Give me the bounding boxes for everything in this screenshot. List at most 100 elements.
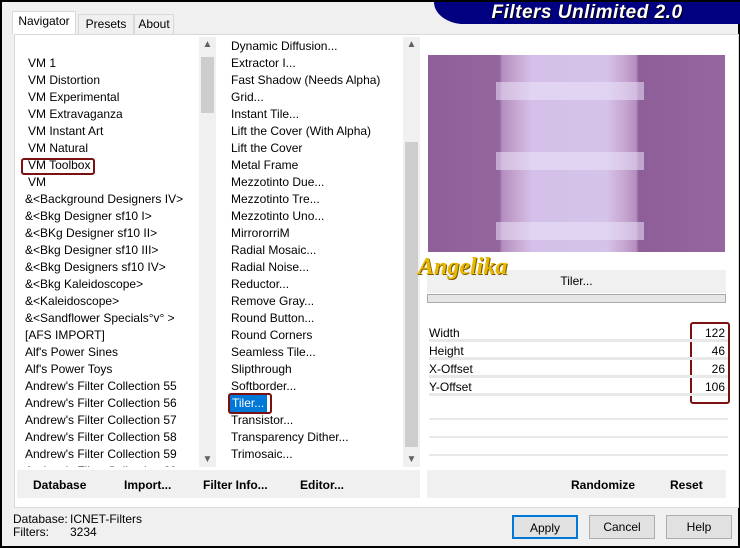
tab-about[interactable]: About bbox=[134, 14, 174, 34]
filter-item[interactable]: Transparency Dither... bbox=[231, 429, 349, 446]
category-item[interactable]: &<Bkg Designers sf10 IV> bbox=[25, 259, 166, 276]
param-value[interactable]: 106 bbox=[705, 379, 725, 396]
tab-presets[interactable]: Presets bbox=[78, 14, 134, 34]
filters-unlimited-window: Filters Unlimited 2.0 Navigator Presets … bbox=[2, 2, 740, 546]
filter-item[interactable]: Lift the Cover bbox=[231, 140, 302, 157]
scroll-up-icon[interactable]: ▲ bbox=[199, 39, 216, 50]
category-item[interactable]: Andrew's Filter Collection 56 bbox=[25, 395, 177, 412]
category-item[interactable]: Alf's Power Toys bbox=[25, 361, 112, 378]
param-label: Width bbox=[429, 326, 460, 340]
filter-item[interactable]: Round Corners bbox=[231, 327, 312, 344]
category-item[interactable]: &<BKg Designer sf10 II> bbox=[25, 225, 157, 242]
cancel-button[interactable]: Cancel bbox=[589, 515, 655, 539]
tab-navigator[interactable]: Navigator bbox=[12, 11, 76, 35]
randomize-button[interactable]: Randomize bbox=[571, 478, 635, 492]
filter-item[interactable]: Radial Mosaic... bbox=[231, 242, 316, 259]
param-value[interactable]: 26 bbox=[712, 361, 725, 378]
category-item[interactable]: VM bbox=[28, 174, 46, 191]
category-item[interactable]: VM 1 bbox=[28, 55, 56, 72]
scroll-thumb[interactable] bbox=[405, 142, 418, 447]
app-title: Filters Unlimited 2.0 bbox=[434, 2, 740, 24]
filter-item[interactable]: Remove Gray... bbox=[231, 293, 314, 310]
filter-item[interactable]: Radial Noise... bbox=[231, 259, 309, 276]
database-button[interactable]: Database bbox=[33, 478, 86, 492]
category-list[interactable]: VM 1 VM Distortion VM Experimental VM Extra… bbox=[18, 37, 216, 467]
progress-bar bbox=[427, 294, 726, 303]
category-item[interactable]: &<Bkg Designer sf10 III> bbox=[25, 242, 158, 259]
category-item[interactable]: Andrew's Filter Collection 58 bbox=[25, 429, 177, 446]
selected-category-highlight bbox=[21, 158, 95, 175]
filter-item[interactable]: Mezzotinto Due... bbox=[231, 174, 324, 191]
preview-tile bbox=[496, 222, 644, 240]
category-item[interactable]: &<Kaleidoscope> bbox=[25, 293, 119, 310]
angelika-watermark: Angelika bbox=[418, 254, 508, 280]
filters-label: Filters: bbox=[13, 525, 49, 539]
category-item[interactable]: VM Natural bbox=[28, 140, 88, 157]
category-item[interactable]: &<Sandflower Specials°v° > bbox=[25, 310, 175, 327]
category-item[interactable]: &<Bkg Designer sf10 I> bbox=[25, 208, 152, 225]
preview-tile bbox=[496, 152, 644, 170]
category-item[interactable]: VM Instant Art bbox=[28, 123, 103, 140]
category-item[interactable]: Andrew's Filter Collection 55 bbox=[25, 378, 177, 395]
filters-count: 3234 bbox=[70, 525, 97, 539]
category-item[interactable]: VM Distortion bbox=[28, 72, 100, 89]
filter-item[interactable]: Extractor I... bbox=[231, 55, 296, 72]
filter-scrollbar[interactable]: ▲ ▼ bbox=[403, 37, 420, 467]
filter-item[interactable]: Round Button... bbox=[231, 310, 314, 327]
empty-param-row bbox=[429, 421, 728, 438]
reset-button[interactable]: Reset bbox=[670, 478, 703, 492]
scroll-down-icon[interactable]: ▼ bbox=[403, 454, 420, 465]
import-button[interactable]: Import... bbox=[124, 478, 171, 492]
empty-param-row bbox=[429, 439, 728, 456]
empty-param-row bbox=[429, 403, 728, 420]
preview-tile bbox=[496, 82, 644, 100]
filter-item[interactable]: Grid... bbox=[231, 89, 264, 106]
filter-item[interactable]: Instant Tile... bbox=[231, 106, 299, 123]
param-row-height[interactable]: Height 46 bbox=[429, 343, 728, 360]
filter-item[interactable]: Slipthrough bbox=[231, 361, 292, 378]
apply-button[interactable]: Apply bbox=[512, 515, 578, 539]
category-item[interactable]: Alf's Power Sines bbox=[25, 344, 118, 361]
scroll-up-icon[interactable]: ▲ bbox=[403, 39, 420, 50]
scroll-down-icon[interactable]: ▼ bbox=[199, 454, 216, 465]
status-area: Database: ICNET-Filters Filters: 3234 bbox=[13, 513, 142, 539]
filter-item[interactable]: Metal Frame bbox=[231, 157, 298, 174]
filter-item[interactable]: Mezzotinto Tre... bbox=[231, 191, 320, 208]
editor-button[interactable]: Editor... bbox=[300, 478, 344, 492]
category-item[interactable]: VM Experimental bbox=[28, 89, 119, 106]
param-label: X-Offset bbox=[429, 362, 473, 376]
category-scrollbar[interactable]: ▲ ▼ bbox=[199, 37, 216, 467]
database-value: ICNET-Filters bbox=[70, 512, 142, 526]
category-item[interactable]: [AFS IMPORT] bbox=[25, 327, 105, 344]
category-item[interactable]: &<Background Designers IV> bbox=[25, 191, 183, 208]
filter-item[interactable]: Seamless Tile... bbox=[231, 344, 316, 361]
filter-item[interactable]: Mezzotinto Uno... bbox=[231, 208, 324, 225]
param-row-width[interactable]: Width 122 bbox=[429, 325, 728, 342]
filter-item[interactable]: Lift the Cover (With Alpha) bbox=[231, 123, 371, 140]
filter-item[interactable]: Dynamic Diffusion... bbox=[231, 38, 337, 55]
param-value[interactable]: 46 bbox=[712, 343, 725, 360]
category-item[interactable]: &<Bkg Kaleidoscope> bbox=[25, 276, 143, 293]
filter-item[interactable]: Fast Shadow (Needs Alpha) bbox=[231, 72, 380, 89]
scroll-thumb[interactable] bbox=[201, 57, 214, 113]
category-item[interactable]: Andrew's Filter Collection 57 bbox=[25, 412, 177, 429]
category-item[interactable]: Andrew's Filter Collection 60 bbox=[25, 463, 177, 467]
filter-item[interactable]: Transistor... bbox=[231, 412, 293, 429]
filter-item[interactable]: Reductor... bbox=[231, 276, 289, 293]
filter-item[interactable]: MirrororriM bbox=[231, 225, 290, 242]
filter-item[interactable]: Trimosaic... bbox=[231, 446, 293, 463]
category-item[interactable]: Andrew's Filter Collection 59 bbox=[25, 446, 177, 463]
selected-filter-highlight bbox=[228, 393, 272, 414]
filter-info-button[interactable]: Filter Info... bbox=[203, 478, 268, 492]
filter-list[interactable]: Dynamic Diffusion... Extractor I... Fast S… bbox=[222, 37, 420, 467]
param-label: Height bbox=[429, 344, 464, 358]
filter-preview bbox=[428, 55, 725, 252]
nav-button-bar: Database Import... Filter Info... Editor… bbox=[17, 470, 420, 498]
param-button-bar: Randomize Reset bbox=[427, 470, 726, 498]
param-row-x-offset[interactable]: X-Offset 26 bbox=[429, 361, 728, 378]
param-label: Y-Offset bbox=[429, 380, 472, 394]
param-row-y-offset[interactable]: Y-Offset 106 bbox=[429, 379, 728, 396]
category-item[interactable]: VM Extravaganza bbox=[28, 106, 123, 123]
param-value[interactable]: 122 bbox=[705, 325, 725, 342]
help-button[interactable]: Help bbox=[666, 515, 732, 539]
